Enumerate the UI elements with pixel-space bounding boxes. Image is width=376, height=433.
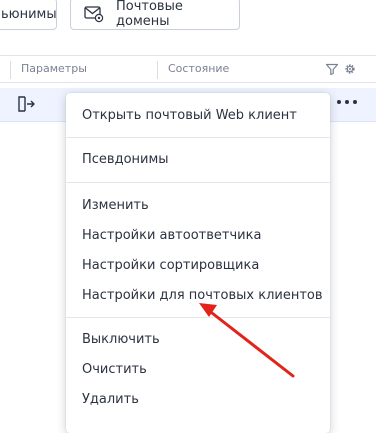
dot [345,100,349,104]
menu-item-clear[interactable]: Очистить [82,362,147,377]
column-header-status[interactable]: Состояние [168,62,229,75]
column-separator[interactable] [157,61,158,79]
menu-item-edit[interactable]: Изменить [82,198,149,213]
filter-icon[interactable] [325,62,339,76]
more-horizontal-icon[interactable] [337,100,357,106]
gear-icon[interactable] [343,62,357,76]
menu-divider [66,317,330,318]
mail-settings-icon [84,5,104,23]
menu-item-aliases[interactable]: Псевдонимы [82,152,169,167]
menu-divider [66,182,330,183]
dot [353,100,357,104]
context-menu: Открыть почтовый Web клиент Псевдонимы И… [66,93,330,433]
menu-item-delete[interactable]: Удалить [82,392,139,407]
menu-item-sorter-settings[interactable]: Настройки сортировщика [82,258,259,273]
menu-divider [66,137,330,138]
column-separator[interactable] [10,61,11,79]
column-header-parameters[interactable]: Параметры [21,62,87,75]
menu-item-disable[interactable]: Выключить [82,332,160,347]
dot [337,100,341,104]
menu-item-autoresponder-settings[interactable]: Настройки автоответчика [82,228,261,243]
table-header: Параметры Состояние [0,55,376,83]
aliases-button[interactable]: ьюнимы [0,0,57,30]
login-icon[interactable] [16,95,36,113]
aliases-button-label: ьюнимы [1,6,57,22]
menu-item-mail-client-settings[interactable]: Настройки для почтовых клиентов [82,288,323,303]
mail-domains-button[interactable]: Почтовые домены [70,0,240,30]
menu-item-open-webmail[interactable]: Открыть почтовый Web клиент [82,108,297,123]
toolbar: ьюнимы Почтовые домены [0,0,376,45]
mail-domains-label: Почтовые домены [116,0,183,29]
